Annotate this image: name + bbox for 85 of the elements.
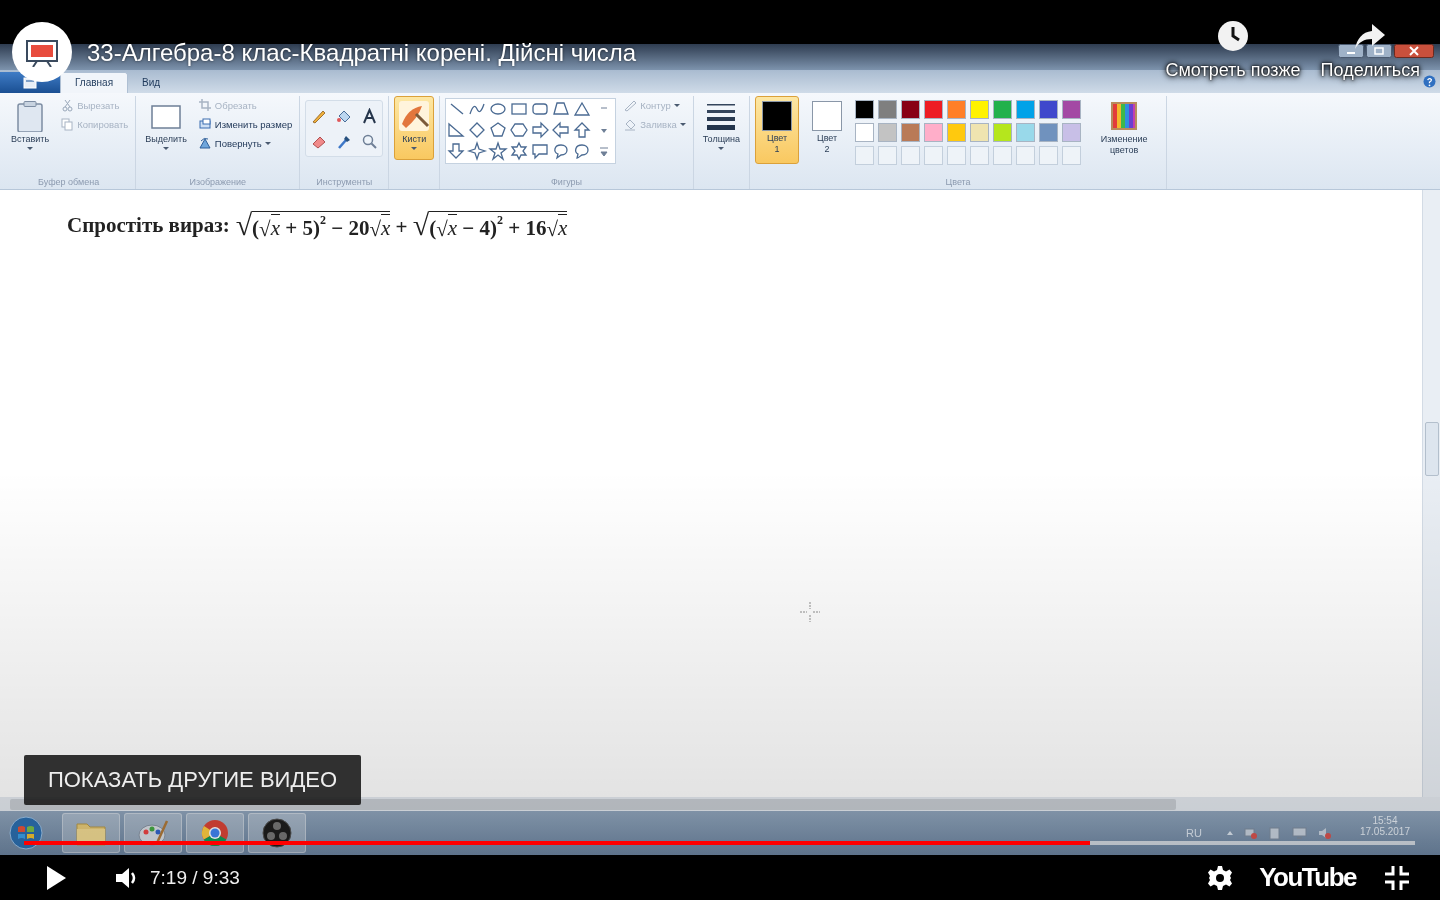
- ribbon-button[interactable]: Выделить: [141, 96, 191, 160]
- empty-color-slot[interactable]: [924, 146, 944, 165]
- math-expression: √(√x + 5)$^{2}$ − 20√x + √(√x − 4)$^{2}$ + 16√x: [235, 210, 568, 240]
- color-swatch[interactable]: [993, 100, 1013, 119]
- empty-color-slot[interactable]: [947, 146, 967, 165]
- color-swatch[interactable]: [855, 123, 875, 142]
- color-swatch[interactable]: [901, 100, 921, 119]
- help-icon[interactable]: [1423, 75, 1436, 88]
- pencil-icon: [311, 108, 328, 124]
- ribbon-tab[interactable]: Вид: [128, 73, 175, 93]
- ribbon-button[interactable]: Толщина: [698, 96, 745, 160]
- more-videos-button[interactable]: ПОКАЗАТЬ ДРУГИЕ ВИДЕО: [24, 755, 361, 805]
- task-text: Спростіть вираз:: [67, 212, 230, 238]
- scissors-icon: [61, 99, 75, 112]
- color-swatch[interactable]: [1062, 100, 1082, 119]
- eyedropper-icon: [336, 133, 353, 149]
- ribbon-button[interactable]: Изменение цветов: [1087, 96, 1162, 160]
- whiteboard-icon: [25, 37, 59, 67]
- close-icon[interactable]: [1394, 44, 1434, 58]
- color-swatch[interactable]: [947, 123, 967, 142]
- fill-bucket-icon: [336, 108, 353, 124]
- vertical-scrollbar[interactable]: [1422, 190, 1440, 797]
- time-display: 7:19 / 9:33: [150, 866, 240, 889]
- group-label: Цвета: [944, 176, 972, 189]
- play-icon: [44, 864, 68, 891]
- network-icon[interactable]: [1243, 826, 1258, 840]
- play-button[interactable]: [44, 864, 68, 891]
- ribbon-button[interactable]: Повернуть: [196, 136, 295, 151]
- fill-bucket-icon: [624, 118, 638, 131]
- exit-fullscreen-icon: [1384, 864, 1410, 891]
- rotate-icon: [198, 137, 212, 150]
- clock-icon: [1217, 20, 1249, 52]
- exit-fullscreen-button[interactable]: [1384, 864, 1410, 891]
- speaker-muted-icon[interactable]: [1317, 826, 1332, 840]
- color-swatch[interactable]: [947, 100, 967, 119]
- ribbon-button[interactable]: Изменить размер: [196, 117, 295, 132]
- ribbon-button[interactable]: Кисти: [394, 96, 435, 160]
- color-swatch[interactable]: [1062, 123, 1082, 142]
- start-orb-icon[interactable]: [8, 815, 44, 851]
- display-icon[interactable]: [1291, 826, 1308, 840]
- color-swatch[interactable]: [878, 123, 898, 142]
- color-swatch[interactable]: [970, 100, 990, 119]
- copy-icon: [61, 118, 75, 131]
- empty-color-slot[interactable]: [993, 146, 1013, 165]
- magnifier-icon: [361, 133, 378, 149]
- color-swatch[interactable]: [1016, 123, 1036, 142]
- maximize-icon[interactable]: [1366, 44, 1392, 58]
- settings-icon: [1207, 864, 1234, 891]
- color-swatch[interactable]: [878, 100, 898, 119]
- color-swatch[interactable]: [1039, 100, 1059, 119]
- minimize-icon[interactable]: [1338, 44, 1364, 58]
- color-swatch[interactable]: [924, 100, 944, 119]
- color-swatch[interactable]: [1016, 100, 1036, 119]
- settings-button[interactable]: [1207, 864, 1234, 891]
- color-swatch[interactable]: [924, 123, 944, 142]
- group-label: Фигуры: [550, 176, 584, 189]
- resize-icon: [198, 118, 212, 131]
- crop-icon: [198, 99, 212, 112]
- youtube-logo[interactable]: YouTube: [1259, 862, 1356, 893]
- empty-color-slot[interactable]: [1039, 146, 1059, 165]
- color-button[interactable]: Цвет 1: [755, 96, 800, 164]
- pencil-outline-icon: [624, 99, 638, 112]
- shape-gallery[interactable]: [445, 98, 617, 164]
- ribbon-tab[interactable]: Главная: [60, 72, 129, 93]
- ribbon-button[interactable]: Вставить: [7, 96, 54, 160]
- chevron-up-icon[interactable]: [1225, 830, 1234, 836]
- empty-color-slot[interactable]: [878, 146, 898, 165]
- color-button[interactable]: Цвет 2: [805, 96, 850, 164]
- color-swatch[interactable]: [855, 100, 875, 119]
- color-swatch[interactable]: [993, 123, 1013, 142]
- text-tool-icon: [361, 108, 378, 124]
- empty-color-slot[interactable]: [1016, 146, 1036, 165]
- crosshair-cursor-icon: [798, 600, 822, 624]
- clipboard-tray-icon[interactable]: [1267, 826, 1282, 840]
- video-title[interactable]: 33-Алгебра-8 клас-Квадратні корені. Дійсні числа: [87, 39, 637, 67]
- group-label: Изображение: [188, 176, 248, 189]
- empty-color-slot[interactable]: [1062, 146, 1082, 165]
- color-swatch[interactable]: [970, 123, 990, 142]
- color-swatch[interactable]: [901, 123, 921, 142]
- group-label: Буфер обмена: [37, 176, 101, 189]
- color-swatch[interactable]: [1039, 123, 1059, 142]
- empty-color-slot[interactable]: [970, 146, 990, 165]
- empty-color-slot[interactable]: [855, 146, 875, 165]
- group-label: Инструменты: [315, 176, 374, 189]
- empty-color-slot[interactable]: [901, 146, 921, 165]
